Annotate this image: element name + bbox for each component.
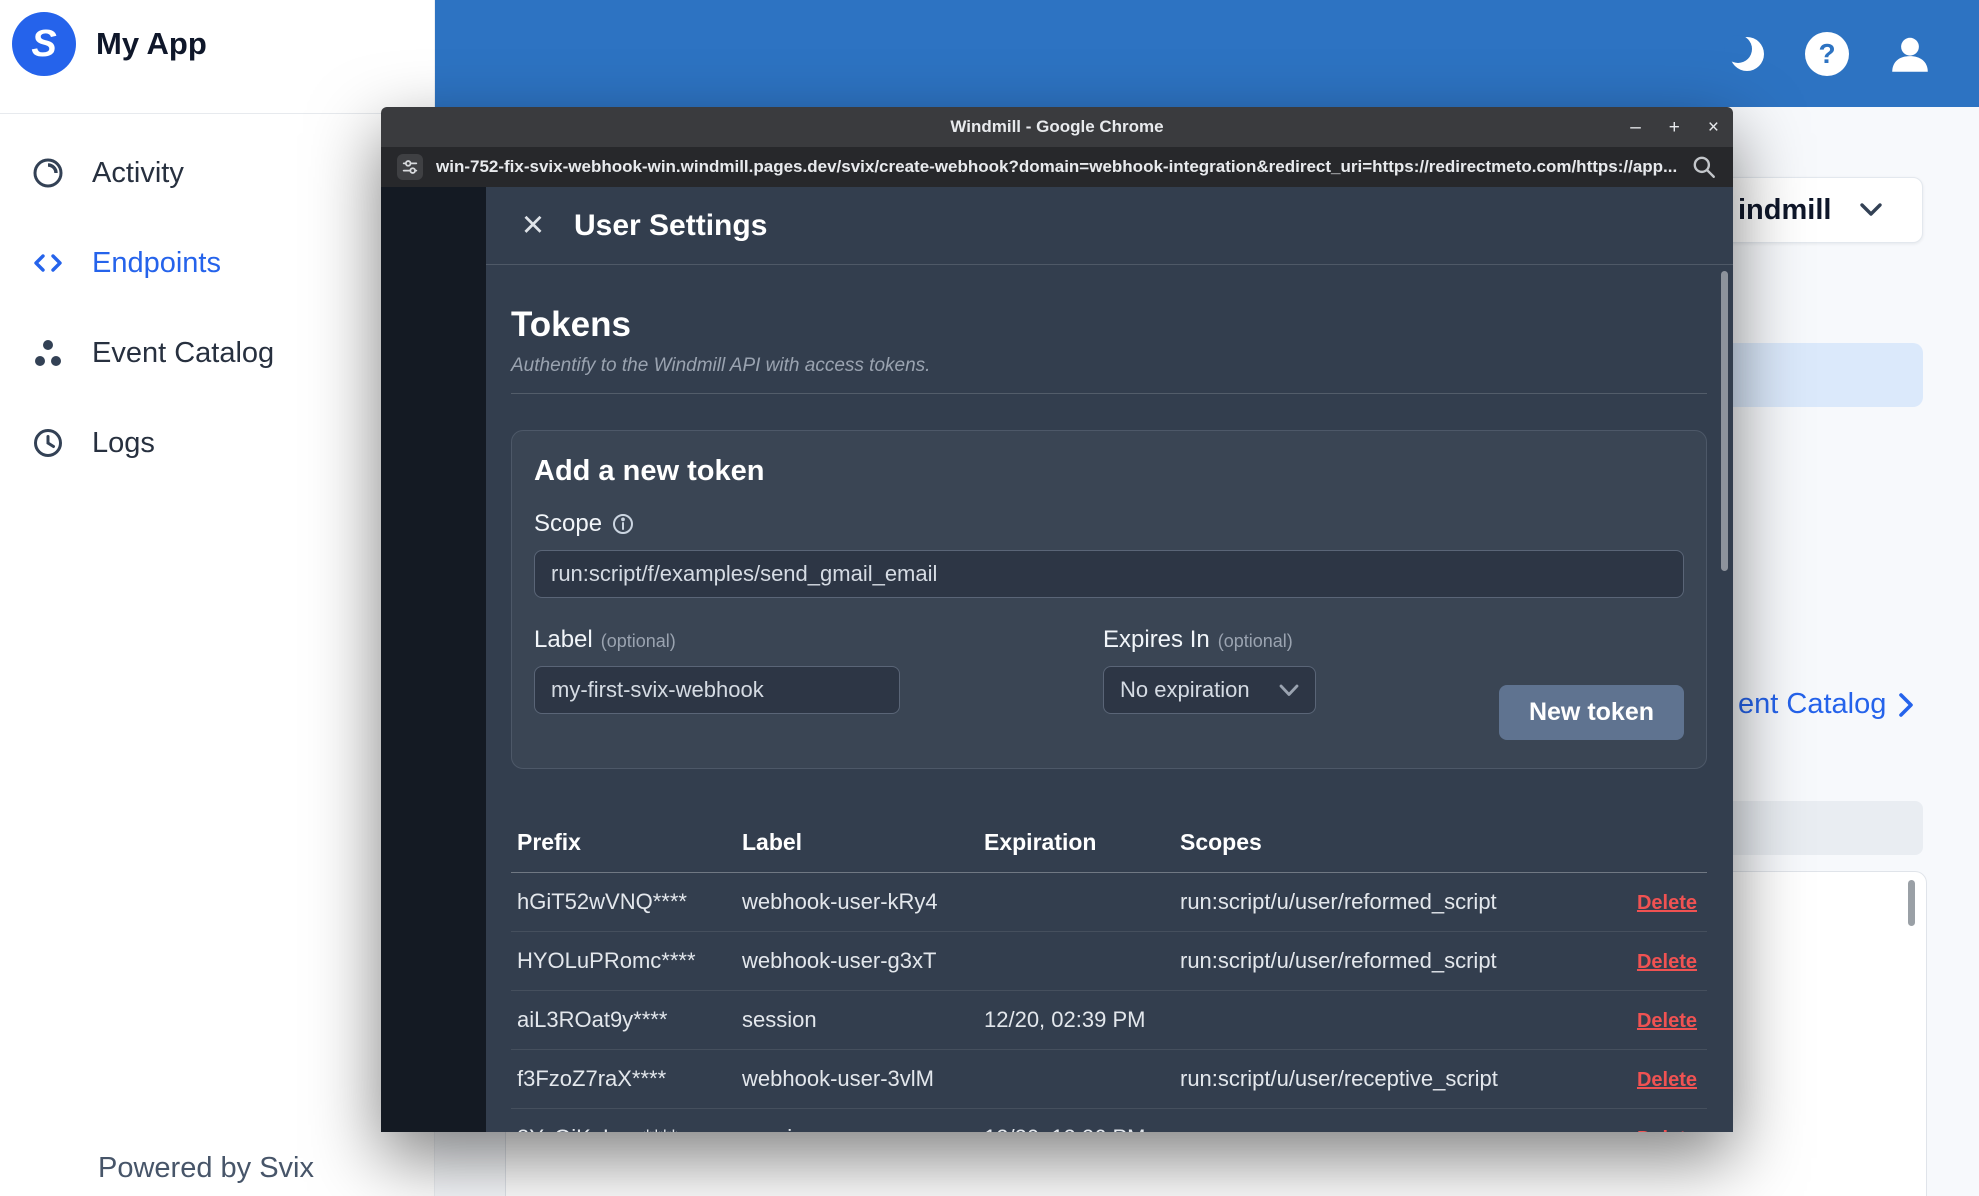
window-title: Windmill - Google Chrome — [950, 117, 1164, 136]
token-label: webhook-user-g3xT — [742, 948, 937, 973]
chevron-right-icon — [1899, 692, 1914, 717]
delete-token-link[interactable]: Delete — [1637, 1010, 1697, 1032]
token-prefix: f3FzoZ7raX**** — [517, 1066, 667, 1091]
table-row: 3YeOiKpLwq**** session 12/20, 12:26 PM D… — [511, 1109, 1707, 1132]
token-label-input[interactable]: my-first-svix-webhook — [534, 666, 900, 714]
delete-token-link[interactable]: Delete — [1637, 1069, 1697, 1091]
drawer-content: Tokens Authentify to the Windmill API wi… — [486, 265, 1733, 1132]
close-window-button[interactable]: × — [1708, 118, 1719, 137]
drawer-scrollbar-thumb[interactable] — [1721, 271, 1728, 571]
app-logo-row: S My App — [12, 12, 207, 76]
sidebar-item-label: Activity — [92, 156, 184, 189]
token-prefix: aiL3ROat9y**** — [517, 1007, 668, 1032]
tokens-section-title: Tokens — [511, 305, 631, 344]
history-clock-icon — [30, 425, 66, 461]
help-icon[interactable]: ? — [1805, 31, 1849, 76]
tokens-section-subtitle: Authentify to the Windmill API with acce… — [511, 355, 931, 376]
chrome-window: Windmill - Google Chrome – + × win-752-f… — [381, 107, 1733, 1132]
token-scopes: run:script/u/user/reformed_script — [1180, 889, 1497, 914]
event-catalog-link-label: ent Catalog — [1738, 688, 1887, 720]
address-bar[interactable]: win-752-fix-svix-webhook-win.windmill.pa… — [436, 157, 1678, 177]
sidebar-item-label: Logs — [92, 426, 155, 459]
sidebar-item-endpoints[interactable]: Endpoints — [0, 218, 434, 308]
panel-scrollbar[interactable] — [1908, 880, 1915, 926]
table-row: HYOLuPRomc**** webhook-user-g3xT run:scr… — [511, 932, 1707, 991]
sidebar-item-event-catalog[interactable]: Event Catalog — [0, 308, 434, 398]
delete-token-link[interactable]: Delete — [1637, 892, 1697, 914]
token-scopes: run:script/u/user/receptive_script — [1180, 1066, 1498, 1091]
expires-optional-hint: (optional) — [1217, 631, 1293, 651]
col-prefix: Prefix — [517, 829, 581, 855]
powered-by-svix-link[interactable]: Powered by Svix — [98, 1152, 314, 1185]
col-label: Label — [742, 829, 803, 855]
add-token-title: Add a new token — [534, 455, 765, 487]
page-backdrop — [381, 187, 486, 1132]
table-row: aiL3ROat9y**** session 12/20, 02:39 PM D… — [511, 991, 1707, 1050]
col-scopes: Scopes — [1180, 829, 1262, 855]
table-row: f3FzoZ7raX**** webhook-user-3vlM run:scr… — [511, 1050, 1707, 1109]
delete-token-link[interactable]: Delete — [1637, 1128, 1697, 1132]
token-label: webhook-user-kRy4 — [742, 889, 938, 914]
chevron-down-icon — [1860, 203, 1882, 216]
zoom-search-icon[interactable] — [1691, 154, 1717, 180]
expires-field-label: Expires In — [1103, 626, 1210, 653]
token-expiration: 12/20, 12:26 PM — [978, 1125, 1174, 1132]
site-settings-icon[interactable] — [397, 154, 423, 180]
token-label: webhook-user-3vlM — [742, 1066, 934, 1091]
minimize-button[interactable]: – — [1630, 118, 1641, 137]
add-token-card: Add a new token Scope run:script/f/examp… — [511, 430, 1707, 769]
sidebar-divider — [0, 113, 434, 114]
chrome-urlbar: win-752-fix-svix-webhook-win.windmill.pa… — [381, 147, 1733, 187]
account-icon[interactable] — [1887, 31, 1933, 77]
token-expiration: 12/20, 02:39 PM — [984, 1007, 1146, 1032]
token-scopes: run:script/u/user/reformed_script — [1180, 948, 1497, 973]
new-token-button[interactable]: New token — [1498, 685, 1684, 740]
token-prefix: HYOLuPRomc**** — [517, 948, 696, 973]
table-row: hGiT52wVNQ**** webhook-user-kRy4 run:scr… — [511, 873, 1707, 932]
drawer-header: × User Settings — [486, 187, 1733, 265]
event-catalog-link[interactable]: ent Catalog — [1738, 688, 1914, 721]
token-label: session — [736, 1125, 978, 1132]
section-divider — [511, 393, 1707, 394]
maximize-button[interactable]: + — [1669, 118, 1680, 137]
token-label: session — [742, 1007, 817, 1032]
label-optional-hint: (optional) — [600, 631, 676, 651]
environment-select-value: indmill — [1738, 194, 1832, 226]
scope-label: Scope — [534, 510, 603, 537]
chevron-down-icon — [1279, 684, 1299, 696]
sidebar: S My App Activity Endpoints Event Catalo… — [0, 0, 435, 1196]
windmill-page: × User Settings Tokens Authentify to the… — [381, 187, 1733, 1132]
token-prefix: hGiT52wVNQ**** — [517, 889, 687, 914]
tokens-table: Prefix Label Expiration Scopes hGiT52wVN… — [511, 813, 1707, 1132]
col-expiration: Expiration — [984, 829, 1097, 855]
label-field-label: Label — [534, 626, 593, 653]
window-controls: – + × — [1630, 107, 1719, 147]
token-fields-row: Label (optional) my-first-svix-webhook Ex… — [534, 626, 1684, 744]
drawer-title: User Settings — [574, 208, 768, 242]
user-settings-drawer: × User Settings Tokens Authentify to the… — [486, 187, 1733, 1132]
svix-logo-icon: S — [12, 12, 76, 76]
sidebar-nav: Activity Endpoints Event Catalog Logs — [0, 128, 434, 488]
sidebar-item-label: Endpoints — [92, 246, 221, 279]
header-icon-group: ? — [1723, 0, 1933, 107]
expires-select-value: No expiration — [1120, 677, 1250, 702]
close-icon[interactable]: × — [510, 203, 556, 249]
delete-token-link[interactable]: Delete — [1637, 951, 1697, 973]
scope-input[interactable]: run:script/f/examples/send_gmail_email — [534, 550, 1684, 598]
app-name: My App — [96, 26, 207, 61]
sidebar-item-label: Event Catalog — [92, 336, 275, 369]
sidebar-item-logs[interactable]: Logs — [0, 398, 434, 488]
chrome-titlebar[interactable]: Windmill - Google Chrome – + × — [381, 107, 1733, 147]
code-brackets-icon — [30, 245, 66, 281]
catalog-nodes-icon — [30, 335, 66, 371]
app-header: ? — [435, 0, 1979, 107]
info-icon[interactable] — [612, 513, 634, 535]
expires-select[interactable]: No expiration — [1103, 666, 1316, 714]
sidebar-item-activity[interactable]: Activity — [0, 128, 434, 218]
dark-mode-moon-icon[interactable] — [1723, 32, 1767, 76]
activity-icon — [30, 155, 66, 191]
table-header-row: Prefix Label Expiration Scopes — [511, 813, 1707, 873]
token-prefix: 3YeOiKpLwq**** — [511, 1125, 736, 1132]
